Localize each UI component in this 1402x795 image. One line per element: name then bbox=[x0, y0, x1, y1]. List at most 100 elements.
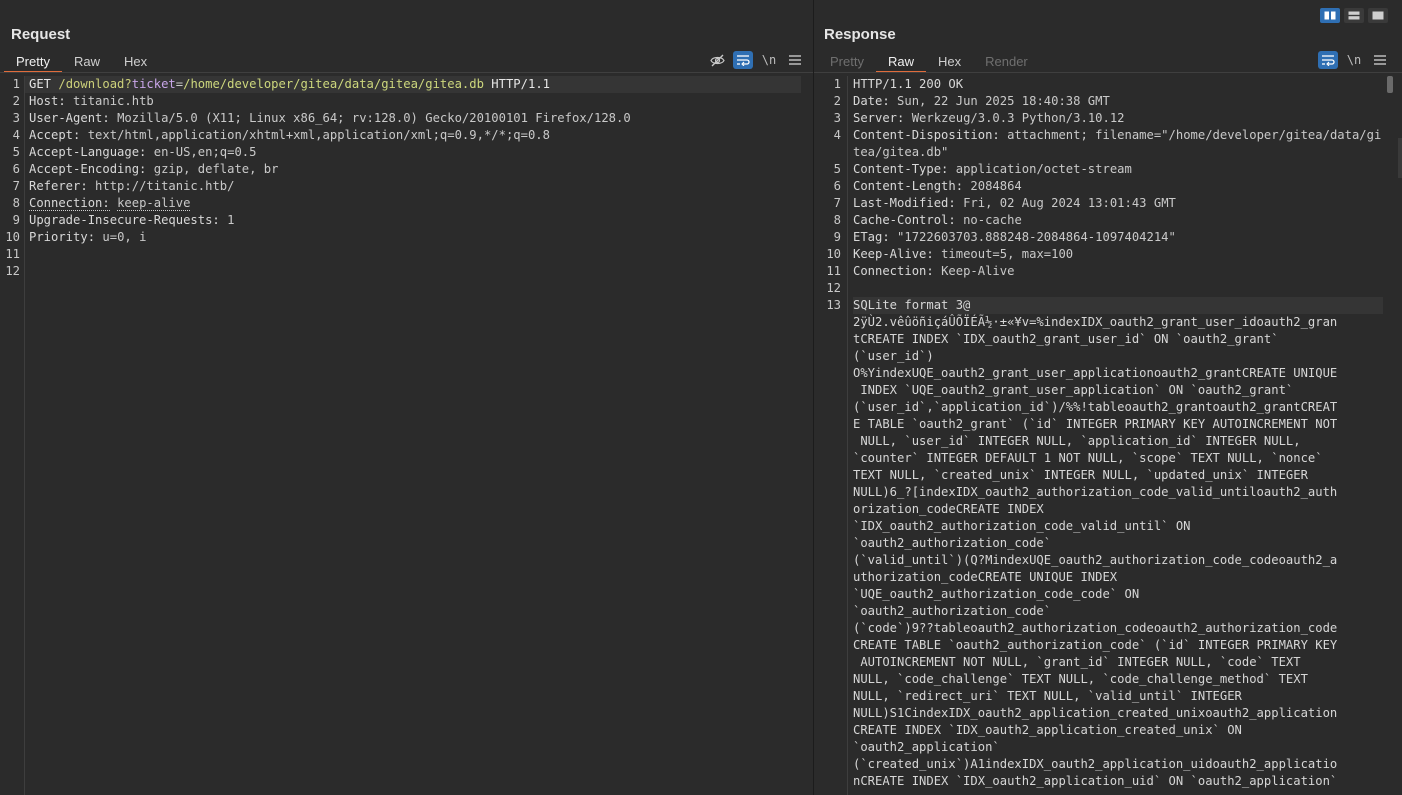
header-line: 4 Content-Disposition: attachment; filena… bbox=[814, 127, 1402, 161]
request-tabs: Pretty Raw Hex bbox=[4, 52, 159, 73]
line-number: 5 bbox=[12, 145, 20, 159]
line-number: 2 bbox=[12, 94, 20, 108]
http-method: GET bbox=[29, 77, 52, 91]
line-number: 1 bbox=[12, 77, 20, 91]
header-value: Mozilla/5.0 (X11; Linux x86_64; rv:128.0… bbox=[117, 111, 631, 125]
response-pane: Response Pretty Raw Hex Render \n 1 HTTP… bbox=[814, 0, 1402, 795]
tab-request-raw[interactable]: Raw bbox=[62, 52, 112, 71]
body-text-line: NULL)S1CindexIDX_oauth2_application_crea… bbox=[853, 706, 1338, 720]
response-body: 13 SQLite format 3@ 2ÿÙ2.vêûöñiçáÛÕÏÉÃ½·±… bbox=[814, 297, 1402, 790]
tab-request-hex[interactable]: Hex bbox=[112, 52, 159, 71]
header-line: 7 Last-Modified: Fri, 02 Aug 2024 13:01:4… bbox=[814, 195, 1402, 212]
header-value: gzip, deflate, br bbox=[153, 162, 279, 176]
header-name: User-Agent: bbox=[29, 111, 110, 125]
header-name: Cache-Control: bbox=[853, 213, 956, 227]
response-toolbar: \n bbox=[1318, 51, 1390, 69]
side-by-side-layout-icon[interactable] bbox=[1320, 8, 1340, 23]
header-line: 3 Server: Werkzeug/3.0.3 Python/3.10.12 bbox=[814, 110, 1402, 127]
empty-line: 12 bbox=[5, 264, 20, 278]
body-text-line: AUTOINCREMENT NOT NULL, `grant_id` INTEG… bbox=[853, 655, 1301, 669]
wrap-text-icon[interactable] bbox=[733, 51, 753, 69]
header-value: Sun, 22 Jun 2025 18:40:38 GMT bbox=[897, 94, 1110, 108]
line-number: 13 bbox=[826, 298, 841, 312]
wrap-text-icon[interactable] bbox=[1318, 51, 1338, 69]
newline-toggle[interactable]: \n bbox=[1344, 51, 1364, 69]
line-number: 9 bbox=[833, 230, 841, 244]
body-text-line: E TABLE `oauth2_grant` (`id` INTEGER PRI… bbox=[853, 417, 1338, 431]
header-line: 8 Connection: keep-alive bbox=[0, 195, 813, 212]
tab-response-raw[interactable]: Raw bbox=[875, 52, 926, 73]
header-value: Keep-Alive bbox=[941, 264, 1015, 278]
body-text-line: uthorization_codeCREATE UNIQUE INDEX bbox=[853, 570, 1118, 584]
header-name: Content-Length: bbox=[853, 179, 964, 193]
header-line: 6 Content-Length: 2084864 bbox=[814, 178, 1402, 195]
eye-slash-icon[interactable] bbox=[707, 51, 727, 69]
header-value: no-cache bbox=[963, 213, 1022, 227]
hamburger-menu-icon[interactable] bbox=[785, 51, 805, 69]
line-number: 10 bbox=[5, 230, 20, 244]
header-value: "1722603703.888248-2084864-1097404214" bbox=[897, 230, 1176, 244]
status-line: 1 HTTP/1.1 200 OK bbox=[814, 76, 1402, 93]
right-edge-handle[interactable] bbox=[1398, 138, 1402, 178]
header-line: 10 Keep-Alive: timeout=5, max=100 bbox=[814, 246, 1402, 263]
line-number: 4 bbox=[833, 128, 841, 142]
body-text-line: (`code`)9??tableoauth2_authorization_cod… bbox=[853, 621, 1338, 635]
header-name: Date: bbox=[853, 94, 890, 108]
header-name: Connection: bbox=[29, 196, 110, 211]
stacked-layout-icon[interactable] bbox=[1344, 8, 1364, 23]
tab-response-render[interactable]: Render bbox=[973, 52, 1040, 71]
tab-response-hex[interactable]: Hex bbox=[926, 52, 973, 71]
body-text-line: `IDX_oauth2_authorization_code_valid_unt… bbox=[853, 519, 1191, 533]
header-line: 5 Accept-Language: en-US,en;q=0.5 bbox=[0, 144, 813, 161]
empty-line: 12 bbox=[826, 281, 841, 295]
request-title: Request bbox=[11, 26, 71, 43]
line-number: 3 bbox=[12, 111, 20, 125]
line-number: 8 bbox=[833, 213, 841, 227]
body-text-line: (`created_unix`)A1indexIDX_oauth2_applic… bbox=[853, 757, 1338, 771]
header-value: application/octet-stream bbox=[955, 162, 1132, 176]
body-text-line: `oauth2_authorization_code` bbox=[853, 536, 1052, 550]
body-text-line: orization_codeCREATE INDEX bbox=[853, 502, 1044, 516]
header-name: Accept: bbox=[29, 128, 81, 142]
header-name: Priority: bbox=[29, 230, 96, 244]
request-tab-divider bbox=[0, 72, 813, 73]
body-text-line: (`user_id`,`application_id`)/%%!tableoau… bbox=[853, 400, 1338, 414]
header-line: 7 Referer: http://titanic.htb/ bbox=[0, 178, 813, 195]
body-text-line: NULL)6_?[indexIDX_oauth2_authorization_c… bbox=[853, 485, 1338, 499]
request-pane: Request Pretty Raw Hex \n 1 GET /downloa… bbox=[0, 0, 814, 795]
header-name: Content-Disposition: bbox=[853, 128, 1000, 142]
body-text-line: NULL, `redirect_uri` TEXT NULL, `valid_u… bbox=[853, 689, 1242, 703]
empty-line: 11 bbox=[5, 247, 20, 261]
body-text-line: `oauth2_authorization_code` bbox=[853, 604, 1052, 618]
header-line: 2 Host: titanic.htb bbox=[0, 93, 813, 110]
newline-toggle[interactable]: \n bbox=[759, 51, 779, 69]
header-name: Host: bbox=[29, 94, 66, 108]
header-name: Content-Type: bbox=[853, 162, 949, 176]
tab-request-pretty[interactable]: Pretty bbox=[4, 52, 62, 73]
single-pane-layout-icon[interactable] bbox=[1368, 8, 1388, 23]
header-line: 4 Accept: text/html,application/xhtml+xml… bbox=[0, 127, 813, 144]
query-param-eq: = bbox=[175, 77, 184, 91]
header-name: Last-Modified: bbox=[853, 196, 956, 210]
body-text-line: CREATE INDEX `IDX_oauth2_application_cre… bbox=[853, 723, 1242, 737]
line-number: 3 bbox=[833, 111, 841, 125]
request-editor[interactable]: 1 GET /download?ticket=/home/developer/g… bbox=[0, 76, 813, 795]
layout-switcher bbox=[1320, 8, 1388, 23]
header-line: 6 Accept-Encoding: gzip, deflate, br bbox=[0, 161, 813, 178]
header-name: Server: bbox=[853, 111, 905, 125]
response-editor[interactable]: 1 HTTP/1.1 200 OK 2 Date: Sun, 22 Jun 202… bbox=[814, 76, 1402, 795]
body-text-line: `counter` INTEGER DEFAULT 1 NOT NULL, `s… bbox=[853, 451, 1323, 465]
tab-response-pretty[interactable]: Pretty bbox=[818, 52, 876, 71]
hamburger-menu-icon[interactable] bbox=[1370, 51, 1390, 69]
line-number: 6 bbox=[833, 179, 841, 193]
request-toolbar: \n bbox=[707, 51, 805, 69]
body-text-line: (`valid_until`)(Q?MindexUQE_oauth2_autho… bbox=[853, 553, 1338, 567]
header-name: Accept-Encoding: bbox=[29, 162, 147, 176]
response-tab-divider bbox=[814, 72, 1402, 73]
header-line: 9 ETag: "1722603703.888248-2084864-109740… bbox=[814, 229, 1402, 246]
response-scrollbar[interactable] bbox=[1387, 76, 1393, 93]
body-first-line: SQLite format 3@ bbox=[853, 297, 1383, 314]
body-text-line: tCREATE INDEX `IDX_oauth2_grant_user_id`… bbox=[853, 332, 1279, 346]
line-number: 11 bbox=[826, 264, 841, 278]
http-status: HTTP/1.1 200 OK bbox=[853, 77, 964, 91]
